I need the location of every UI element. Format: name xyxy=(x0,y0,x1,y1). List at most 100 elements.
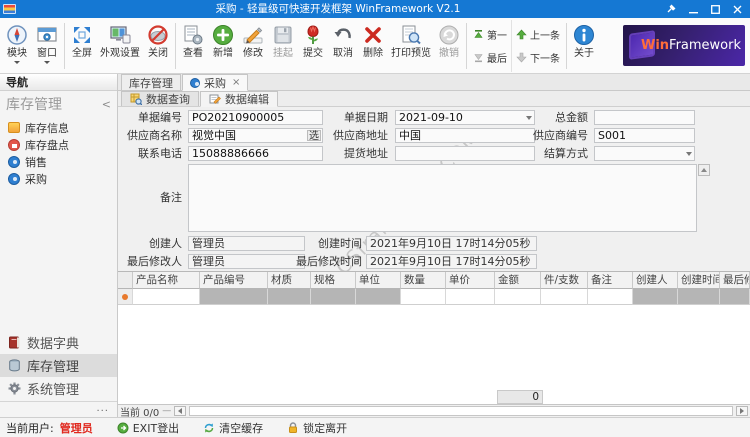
cancel-button[interactable]: 取消 xyxy=(328,20,358,72)
revoke-icon xyxy=(437,22,461,48)
sidebar-item-sales[interactable]: 销售 xyxy=(0,153,117,170)
grid-cell[interactable] xyxy=(133,289,200,305)
total-amount-label: 总金额 xyxy=(478,110,588,125)
sidebar-item-system-management[interactable]: 系统管理 xyxy=(0,377,117,400)
last-record-button[interactable]: 最后 xyxy=(473,48,507,68)
close-icon xyxy=(733,5,742,14)
notes-label: 备注 xyxy=(118,190,182,205)
tab-purchase[interactable]: 采购 × xyxy=(182,74,248,91)
main-panel: 库存管理 采购 × 数据查询 数据编辑 xyxy=(118,74,750,417)
toolbar: 模块 窗口 全屏 外观设置 关闭 xyxy=(0,18,750,74)
collapse-icon[interactable]: < xyxy=(102,98,111,111)
supplier-no-field[interactable]: S001 xyxy=(594,128,695,143)
pin-button[interactable] xyxy=(660,1,682,17)
app-window: 采购 - 轻量级可快速开发框架 WinFramework V2.1 模块 xyxy=(0,0,750,437)
module-button[interactable]: 模块 xyxy=(2,20,32,72)
grid-new-row xyxy=(118,289,750,305)
grid-col-header[interactable]: 材质 xyxy=(268,272,311,289)
record-nav-group-1: 第一 最后 xyxy=(469,20,511,72)
grid-col-header[interactable]: 规格 xyxy=(311,272,356,289)
about-button[interactable]: 关于 xyxy=(569,20,599,72)
grid-cell[interactable] xyxy=(401,289,446,305)
grid-cell[interactable] xyxy=(446,289,495,305)
window-button[interactable]: 窗口 xyxy=(32,20,62,72)
first-record-icon xyxy=(473,29,484,40)
delete-button[interactable]: 删除 xyxy=(358,20,388,72)
flower-icon xyxy=(301,22,325,48)
submit-button[interactable]: 提交 xyxy=(298,20,328,72)
grid-col-header[interactable]: 单价 xyxy=(446,272,495,289)
grid-col-header[interactable]: 备注 xyxy=(588,272,633,289)
tab-data-edit[interactable]: 数据编辑 xyxy=(200,91,278,107)
close-window-button[interactable] xyxy=(726,1,748,17)
row-indicator xyxy=(118,289,133,305)
minimize-button[interactable] xyxy=(682,1,704,17)
undo-arrow-icon xyxy=(331,22,355,48)
scroll-left-button[interactable] xyxy=(174,406,186,416)
grid-col-header[interactable]: 数量 xyxy=(401,272,446,289)
maximize-button[interactable] xyxy=(704,1,726,17)
tab-inventory-management[interactable]: 库存管理 xyxy=(121,74,181,90)
minimize-icon xyxy=(689,5,698,14)
grid-navigator: 当前 0/0 — xyxy=(118,404,750,417)
horizontal-scrollbar[interactable] xyxy=(189,406,733,416)
grid-col-header[interactable]: 产品名称 xyxy=(133,272,200,289)
tab-data-query[interactable]: 数据查询 xyxy=(121,91,199,106)
logout-button[interactable]: EXIT登出 xyxy=(117,420,179,436)
appearance-settings-button[interactable]: 外观设置 xyxy=(97,20,143,72)
settlement-field[interactable] xyxy=(594,146,695,161)
scroll-right-button[interactable] xyxy=(736,406,748,416)
grid-col-header[interactable]: 产品编号 xyxy=(200,272,268,289)
notes-textarea[interactable] xyxy=(188,164,697,232)
pickup-addr-label: 提货地址 xyxy=(298,146,388,161)
sidebar-overflow-button[interactable]: ... xyxy=(0,401,117,417)
grid-col-header[interactable]: 创建时间 xyxy=(678,272,720,289)
document-tab-bar: 库存管理 采购 × xyxy=(118,74,750,91)
tab-close-icon[interactable]: × xyxy=(232,77,240,88)
sidebar-item-data-dictionary[interactable]: 数据字典 xyxy=(0,331,117,354)
scroll-up-button[interactable] xyxy=(698,164,710,176)
current-user-value: 管理员 xyxy=(60,420,93,436)
grid-col-header[interactable]: 件/支数 xyxy=(541,272,588,289)
close-module-button[interactable]: 关闭 xyxy=(143,20,173,72)
refresh-icon xyxy=(203,422,215,434)
create-time-label: 创建时间 xyxy=(248,236,362,251)
modify-button[interactable]: 修改 xyxy=(238,20,268,72)
suspend-button[interactable]: 挂起 xyxy=(268,20,298,72)
prev-record-button[interactable]: 上一条 xyxy=(516,25,560,45)
add-button[interactable]: 新增 xyxy=(208,20,238,72)
grid-col-header[interactable]: 金额 xyxy=(495,272,541,289)
box-icon xyxy=(8,122,20,133)
next-record-button[interactable]: 下一条 xyxy=(516,48,560,68)
sidebar-item-inventory-info[interactable]: 库存信息 xyxy=(0,119,117,136)
revoke-button[interactable]: 撤销 xyxy=(434,20,464,72)
floppy-icon xyxy=(271,22,295,48)
grid-cell[interactable] xyxy=(495,289,541,305)
sidebar-group-inventory[interactable]: 库存管理 < xyxy=(0,93,117,115)
clear-cache-button[interactable]: 清空缓存 xyxy=(203,420,263,436)
lock-leave-button[interactable]: 锁定离开 xyxy=(287,420,347,436)
titlebar: 采购 - 轻量级可快速开发框架 WinFramework V2.1 xyxy=(0,0,750,18)
sidebar-item-inventory-check[interactable]: 库存盘点 xyxy=(0,136,117,153)
no-view-icon xyxy=(146,22,170,48)
fullscreen-button[interactable]: 全屏 xyxy=(67,20,97,72)
record-nav-group-2: 上一条 下一条 xyxy=(511,20,564,72)
grid-cell[interactable] xyxy=(588,289,633,305)
grid-cell[interactable] xyxy=(541,289,588,305)
print-preview-button[interactable]: 打印预览 xyxy=(388,20,434,72)
bill-date-label: 单据日期 xyxy=(298,110,388,125)
gear-icon xyxy=(8,382,21,395)
database-icon xyxy=(8,359,21,372)
grid-cell xyxy=(268,289,311,305)
sidebar-item-purchase[interactable]: 采购 xyxy=(0,170,117,187)
total-amount-field[interactable] xyxy=(594,110,695,125)
grid-col-header[interactable]: 单位 xyxy=(356,272,401,289)
sidebar-item-inventory-management[interactable]: 库存管理 xyxy=(0,354,117,377)
grid-col-header[interactable]: 最后修改人 xyxy=(720,272,750,289)
fullscreen-arrows-icon xyxy=(70,22,94,48)
first-record-button[interactable]: 第一 xyxy=(473,25,507,45)
splitter-handle[interactable]: — xyxy=(162,406,171,416)
view-button[interactable]: 查看 xyxy=(178,20,208,72)
grid-col-header[interactable]: 创建人 xyxy=(633,272,678,289)
sidebar-nav-title: 导航 xyxy=(0,74,117,91)
